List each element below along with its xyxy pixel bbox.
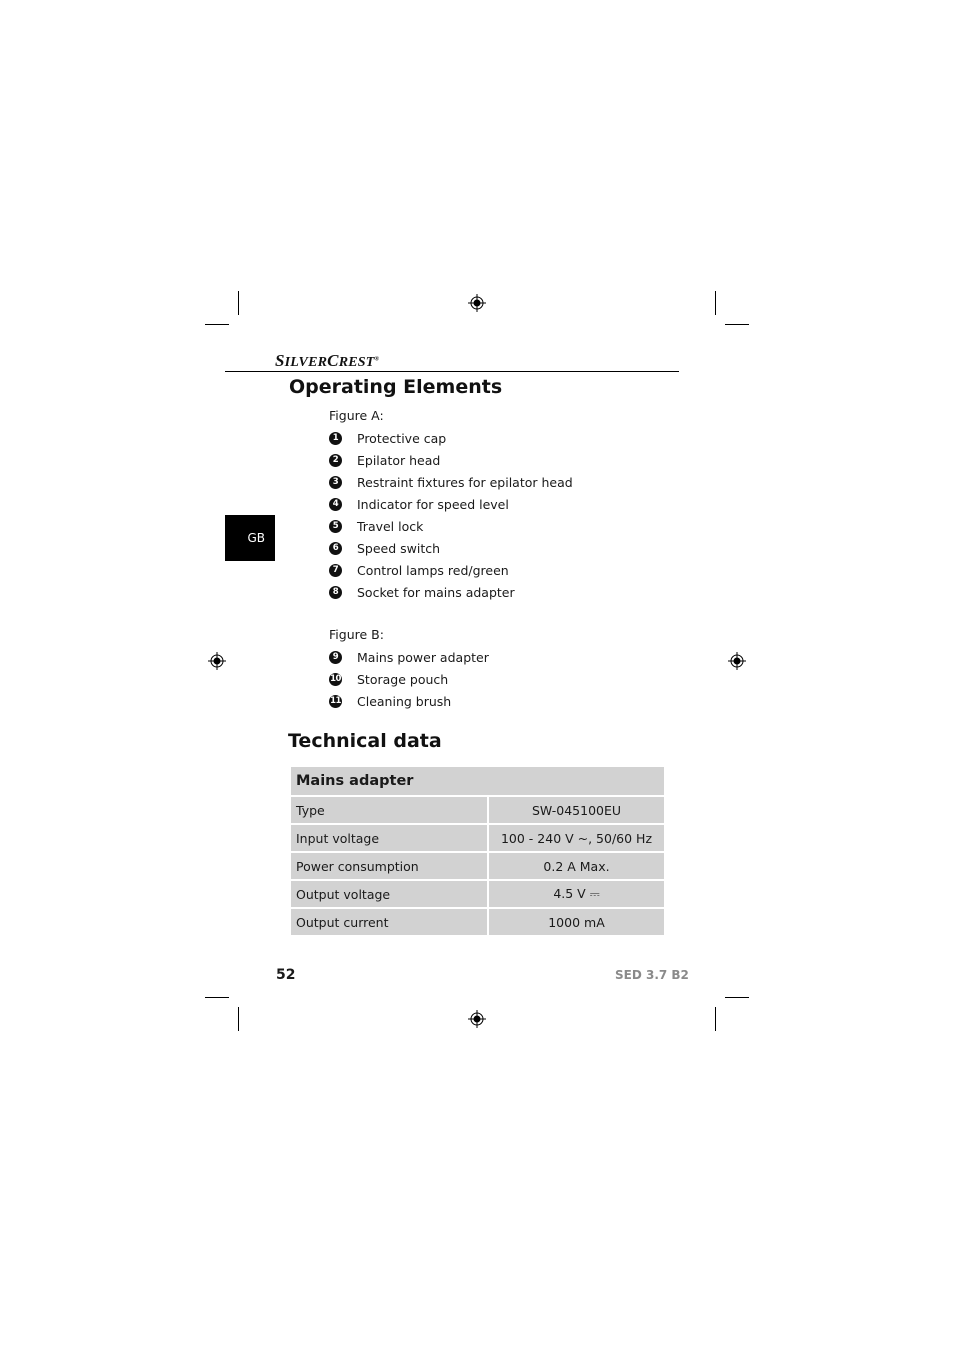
spec-value: 1000 mA bbox=[487, 907, 666, 937]
spec-value: 4.5 V ⎓ bbox=[487, 879, 666, 909]
registration-mark-icon bbox=[728, 652, 746, 670]
spec-label: Input voltage bbox=[289, 823, 489, 853]
list-item: 5 Travel lock bbox=[329, 516, 423, 536]
number-badge-icon: 1 bbox=[329, 431, 342, 445]
crop-mark bbox=[715, 1007, 716, 1031]
mains-adapter-table: Mains adapter Type SW-045100EU Input volta… bbox=[289, 765, 666, 937]
list-item-label: Mains power adapter bbox=[357, 649, 489, 665]
table-header-row: Mains adapter bbox=[289, 765, 666, 797]
language-tab: GB bbox=[225, 515, 275, 561]
figure-a-label: Figure A: bbox=[329, 408, 384, 423]
list-item: 1 Protective cap bbox=[329, 428, 446, 448]
list-item-label: Protective cap bbox=[357, 430, 447, 446]
spec-label: Type bbox=[289, 795, 489, 825]
list-item: 9 Mains power adapter bbox=[329, 647, 489, 667]
list-item: 2 Epilator head bbox=[329, 450, 440, 470]
list-item-label: Speed switch bbox=[357, 540, 441, 556]
number-badge-icon: 3 bbox=[329, 475, 342, 489]
table-row: Output current 1000 mA bbox=[289, 907, 666, 937]
list-item: 10 Storage pouch bbox=[329, 669, 448, 689]
list-item: 11 Cleaning brush bbox=[329, 691, 451, 711]
list-item-label: Socket for mains adapter bbox=[357, 584, 515, 600]
table-header: Mains adapter bbox=[289, 765, 666, 797]
spec-label: Power consumption bbox=[289, 851, 489, 881]
list-item-label: Indicator for speed level bbox=[357, 496, 509, 512]
number-badge-icon: 4 bbox=[329, 497, 342, 511]
list-item-label: Epilator head bbox=[357, 452, 441, 468]
registration-mark-icon bbox=[468, 294, 486, 312]
number-badge-icon: 2 bbox=[329, 453, 342, 467]
header-rule bbox=[225, 371, 679, 372]
section-title-operating-elements: Operating Elements bbox=[289, 376, 503, 398]
number-badge-icon: 8 bbox=[329, 585, 342, 599]
list-item: 7 Control lamps red/green bbox=[329, 560, 509, 580]
registration-mark-icon bbox=[208, 652, 226, 670]
spec-value: 0.2 A Max. bbox=[487, 851, 666, 881]
spec-label: Output voltage bbox=[289, 879, 489, 909]
crop-mark bbox=[725, 997, 749, 998]
list-item-label: Control lamps red/green bbox=[357, 562, 509, 578]
table-row: Output voltage 4.5 V ⎓ bbox=[289, 879, 666, 909]
table-row: Power consumption 0.2 A Max. bbox=[289, 851, 666, 881]
crop-mark bbox=[238, 1007, 239, 1031]
list-item-label: Cleaning brush bbox=[357, 693, 452, 709]
spec-value: SW-045100EU bbox=[487, 795, 666, 825]
list-item: 8 Socket for mains adapter bbox=[329, 582, 515, 602]
number-badge-icon: 5 bbox=[329, 519, 342, 533]
number-badge-icon: 7 bbox=[329, 563, 342, 577]
spec-label: Output current bbox=[289, 907, 489, 937]
table-row: Input voltage 100 - 240 V ~, 50/60 Hz bbox=[289, 823, 666, 853]
brand-logo: SILVERCREST® bbox=[275, 351, 380, 370]
model-number: SED 3.7 B2 bbox=[615, 968, 689, 982]
list-item: 6 Speed switch bbox=[329, 538, 440, 558]
crop-mark bbox=[725, 324, 749, 325]
figure-b-label: Figure B: bbox=[329, 627, 384, 642]
list-item-label: Restraint fixtures for epilator head bbox=[357, 474, 573, 490]
number-badge-icon: 9 bbox=[329, 650, 342, 664]
registration-mark-icon bbox=[468, 1010, 486, 1028]
number-badge-icon: 6 bbox=[329, 541, 342, 555]
page-number: 52 bbox=[276, 967, 296, 983]
crop-mark bbox=[205, 324, 229, 325]
crop-mark bbox=[715, 291, 716, 315]
list-item: 4 Indicator for speed level bbox=[329, 494, 509, 514]
section-title-technical-data: Technical data bbox=[288, 730, 442, 752]
number-badge-icon: 10 bbox=[329, 672, 342, 686]
list-item: 3 Restraint fixtures for epilator head bbox=[329, 472, 573, 492]
list-item-label: Storage pouch bbox=[357, 671, 449, 687]
number-badge-icon: 11 bbox=[329, 694, 342, 708]
crop-mark bbox=[238, 291, 239, 315]
crop-mark bbox=[205, 997, 229, 998]
list-item-label: Travel lock bbox=[357, 518, 424, 534]
spec-value: 100 - 240 V ~, 50/60 Hz bbox=[487, 823, 666, 853]
table-row: Type SW-045100EU bbox=[289, 795, 666, 825]
